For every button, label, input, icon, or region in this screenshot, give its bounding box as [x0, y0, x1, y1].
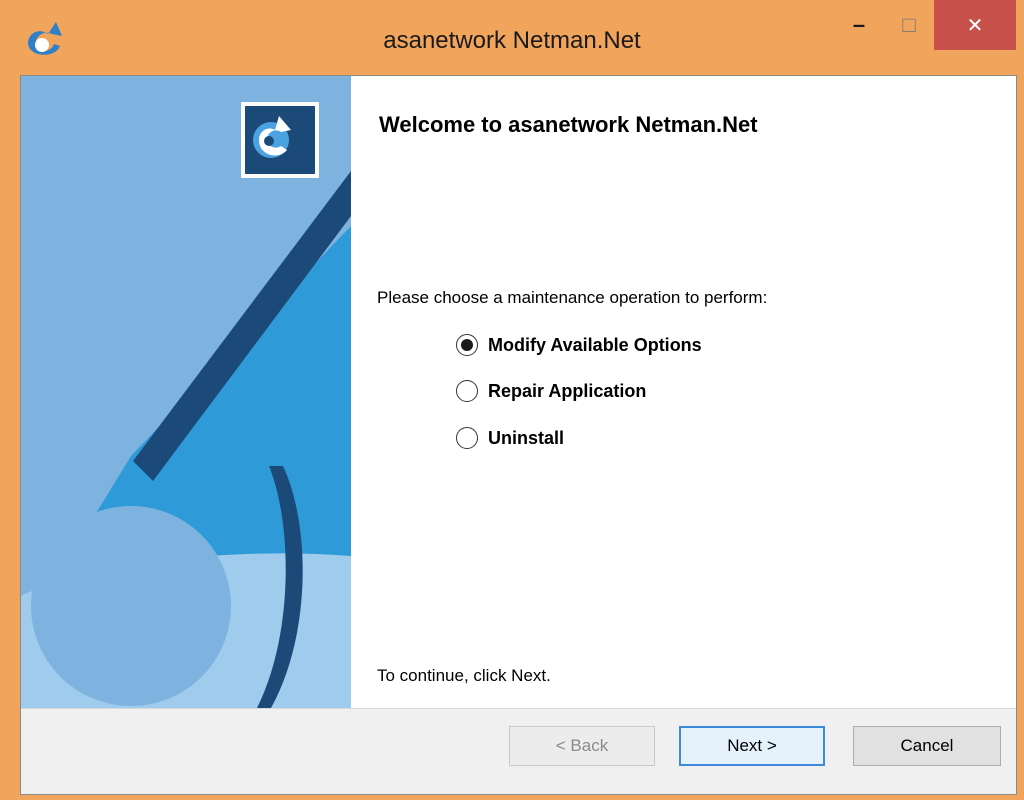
option-repair[interactable]: Repair Application: [456, 376, 646, 406]
option-repair-label: Repair Application: [488, 380, 647, 401]
option-modify[interactable]: Modify Available Options: [456, 330, 702, 360]
title-bar[interactable]: asanetwork Netman.Net – □ ✕: [0, 0, 1024, 75]
option-uninstall-label: Uninstall: [488, 427, 565, 448]
radio-button[interactable]: [456, 427, 478, 449]
radio-dot: [461, 339, 473, 351]
next-button[interactable]: Next >: [679, 726, 825, 766]
minimize-icon: –: [852, 12, 866, 37]
side-banner: [21, 76, 351, 708]
app-icon: [28, 22, 62, 55]
close-icon: ✕: [966, 14, 984, 37]
dialog-body: Welcome to asanetwork Netman.Net Please …: [20, 75, 1017, 795]
close-button[interactable]: ✕: [934, 0, 1016, 50]
minimize-button[interactable]: –: [834, 0, 884, 50]
cancel-button[interactable]: Cancel: [853, 726, 1001, 766]
continue-hint: To continue, click Next.: [377, 666, 551, 685]
button-bar: < Back Next > Cancel: [21, 708, 1016, 794]
welcome-heading: Welcome to asanetwork Netman.Net: [379, 112, 758, 137]
instruction-text: Please choose a maintenance operation to…: [377, 288, 768, 307]
option-uninstall[interactable]: Uninstall: [456, 423, 564, 453]
maximize-button[interactable]: □: [884, 0, 934, 50]
back-button[interactable]: < Back: [509, 726, 655, 766]
radio-button-selected[interactable]: [456, 334, 478, 356]
product-logo: [241, 102, 319, 178]
maximize-icon: □: [902, 12, 916, 37]
radio-button[interactable]: [456, 380, 478, 402]
installer-window: asanetwork Netman.Net – □ ✕ Welcome to a…: [0, 0, 1024, 800]
logo-icon: [253, 116, 291, 158]
option-modify-label: Modify Available Options: [488, 334, 702, 355]
